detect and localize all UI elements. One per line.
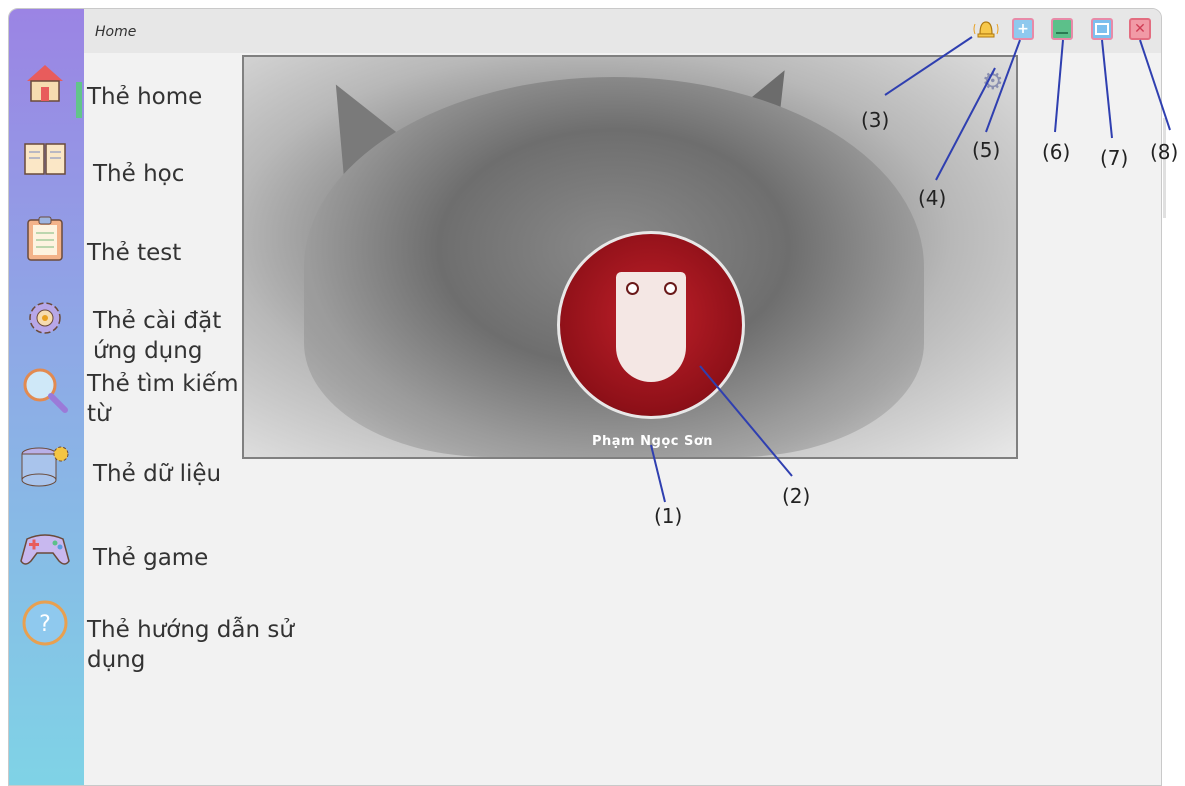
magnifier-icon (19, 364, 71, 416)
gear-icon (19, 292, 71, 344)
sidebar-item-label: Thẻ test (87, 240, 182, 266)
avatar[interactable] (557, 231, 745, 419)
database-icon (19, 441, 71, 493)
notification-bell-icon[interactable] (971, 14, 1001, 44)
clipboard-icon (19, 213, 71, 265)
sidebar-item-label: Thẻ dữ liệu (93, 461, 222, 487)
maximize-button[interactable] (1091, 18, 1113, 40)
sidebar-item-label: Thẻ game (93, 545, 209, 571)
scrollbar[interactable] (1163, 118, 1166, 218)
app-window: Home Thẻ home Thẻ học Thẻ test Thẻ cài đ… (8, 8, 1162, 786)
minimize-button[interactable] (1051, 18, 1073, 40)
sidebar-item-label: Thẻ học (93, 161, 185, 187)
annotation-label-5: (5) (972, 138, 1001, 162)
sidebar-item-game[interactable]: Thẻ game (9, 521, 309, 591)
annotation-label-2: (2) (782, 484, 811, 508)
annotation-label-1: (1) (654, 504, 683, 528)
sidebar-item-label: Thẻ home (87, 84, 203, 110)
settings-gear-icon[interactable]: ⚙ (982, 67, 1004, 95)
annotation-label-4: (4) (918, 186, 947, 210)
minimize-icon (1056, 32, 1068, 34)
close-button[interactable]: ✕ (1129, 18, 1151, 40)
add-button[interactable]: + (1012, 18, 1034, 40)
sidebar-item-help[interactable]: ? Thẻ hướng dẫn sử dụng (9, 597, 309, 673)
annotation-label-6: (6) (1042, 140, 1071, 164)
svg-text:?: ? (39, 612, 51, 637)
gamepad-icon (19, 521, 71, 573)
sidebar-item-label: Thẻ hướng dẫn sử dụng (87, 617, 294, 673)
window-title: Home (95, 24, 137, 40)
sidebar-item-label: Thẻ tìm kiếm từ (87, 371, 239, 427)
user-name: Phạm Ngọc Sơn (592, 434, 714, 449)
maximize-icon (1095, 23, 1109, 35)
book-icon (19, 134, 71, 186)
annotation-label-3: (3) (861, 108, 890, 132)
annotation-label-7: (7) (1100, 146, 1129, 170)
close-icon: ✕ (1134, 21, 1146, 37)
annotation-label-8: (8) (1150, 140, 1179, 164)
add-icon: + (1017, 21, 1029, 37)
help-icon: ? (19, 597, 71, 649)
sidebar-item-label: Thẻ cài đặt ứng dụng (93, 308, 222, 364)
home-icon (19, 57, 71, 109)
